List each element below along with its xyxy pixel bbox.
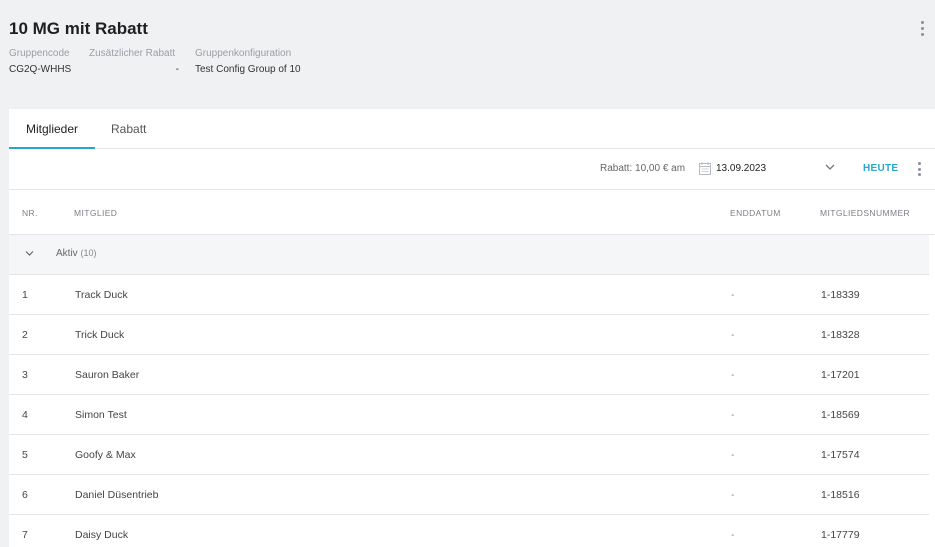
- additional-discount-label: Zusätzlicher Rabatt: [89, 48, 176, 59]
- table-body: 1 Track Duck - 1-18339 2 Trick Duck - 1-…: [9, 275, 929, 547]
- member-number: 1-18569: [821, 409, 860, 421]
- end-date: -: [731, 369, 735, 381]
- page-more-menu-icon[interactable]: [916, 21, 928, 36]
- member-number: 1-17574: [821, 449, 860, 461]
- tab-discount[interactable]: Rabatt: [111, 109, 146, 149]
- column-header-member-number[interactable]: MITGLIEDSNUMMER: [820, 208, 910, 218]
- toolbar: Rabatt: 10,00 € am 13.09.2023 HEUTE: [9, 149, 935, 190]
- table-row[interactable]: 2 Trick Duck - 1-18328: [9, 315, 929, 355]
- chevron-down-icon[interactable]: [25, 250, 34, 257]
- discount-on-date-label: Rabatt: 10,00 € am: [600, 163, 686, 174]
- member-number: 1-17779: [821, 529, 860, 541]
- table-row[interactable]: 4 Simon Test - 1-18569: [9, 395, 929, 435]
- row-number: 5: [22, 449, 28, 461]
- member-name: Daisy Duck: [75, 529, 129, 541]
- group-code-value: CG2Q-WHHS: [9, 64, 72, 75]
- member-name: Sauron Baker: [75, 369, 140, 381]
- group-config-value: Test Config Group of 10: [195, 64, 301, 75]
- members-card: Mitglieder Rabatt Rabatt: 10,00 € am 13.…: [9, 109, 935, 547]
- group-code-field: Gruppencode CG2Q-WHHS: [9, 48, 71, 75]
- additional-discount-value: -: [175, 64, 179, 75]
- page-header: 10 MG mit Rabatt Gruppencode CG2Q-WHHS Z…: [0, 0, 935, 110]
- column-header-member[interactable]: MITGLIED: [74, 208, 117, 218]
- member-name: Trick Duck: [75, 329, 125, 341]
- end-date: -: [731, 329, 735, 341]
- member-name: Daniel Düsentrieb: [75, 489, 159, 501]
- row-number: 6: [22, 489, 28, 501]
- table-row[interactable]: 1 Track Duck - 1-18339: [9, 275, 929, 315]
- toolbar-more-menu-icon[interactable]: [913, 162, 925, 176]
- table-row[interactable]: 6 Daniel Düsentrieb - 1-18516: [9, 475, 929, 515]
- member-number: 1-17201: [821, 369, 860, 381]
- table-row[interactable]: 7 Daisy Duck - 1-17779: [9, 515, 929, 547]
- date-input[interactable]: 13.09.2023: [716, 163, 766, 174]
- member-number: 1-18339: [821, 289, 860, 301]
- table-header: NR. MITGLIED ENDDATUM MITGLIEDSNUMMER: [9, 190, 935, 235]
- end-date: -: [731, 529, 735, 541]
- additional-discount-field: Zusätzlicher Rabatt -: [89, 48, 179, 75]
- member-number: 1-18516: [821, 489, 860, 501]
- tab-bar: Mitglieder Rabatt: [9, 109, 935, 149]
- member-name: Simon Test: [75, 409, 127, 421]
- group-config-field: Gruppenkonfiguration Test Config Group o…: [195, 48, 301, 75]
- member-name: Track Duck: [75, 289, 128, 301]
- end-date: -: [731, 489, 735, 501]
- member-number: 1-18328: [821, 329, 860, 341]
- row-number: 4: [22, 409, 28, 421]
- group-name: Aktiv: [56, 248, 78, 259]
- row-number: 1: [22, 289, 28, 301]
- today-button[interactable]: HEUTE: [863, 163, 898, 174]
- page-title: 10 MG mit Rabatt: [9, 19, 148, 38]
- group-code-label: Gruppencode: [9, 48, 70, 59]
- tab-members[interactable]: Mitglieder: [9, 109, 95, 149]
- row-number: 3: [22, 369, 28, 381]
- table-row[interactable]: 5 Goofy & Max - 1-17574: [9, 435, 929, 475]
- group-label: Aktiv (10): [56, 248, 96, 259]
- calendar-icon[interactable]: [699, 162, 711, 175]
- end-date: -: [731, 289, 735, 301]
- group-config-label: Gruppenkonfiguration: [195, 48, 292, 59]
- row-number: 2: [22, 329, 28, 341]
- chevron-down-icon[interactable]: [825, 163, 835, 171]
- row-number: 7: [22, 529, 28, 541]
- member-name: Goofy & Max: [75, 449, 136, 461]
- end-date: -: [731, 449, 735, 461]
- column-header-nr[interactable]: NR.: [22, 208, 38, 218]
- column-header-end-date[interactable]: ENDDATUM: [730, 208, 781, 218]
- group-row-active[interactable]: Aktiv (10): [9, 235, 929, 275]
- end-date: -: [731, 409, 735, 421]
- group-count: (10): [80, 248, 97, 258]
- table-row[interactable]: 3 Sauron Baker - 1-17201: [9, 355, 929, 395]
